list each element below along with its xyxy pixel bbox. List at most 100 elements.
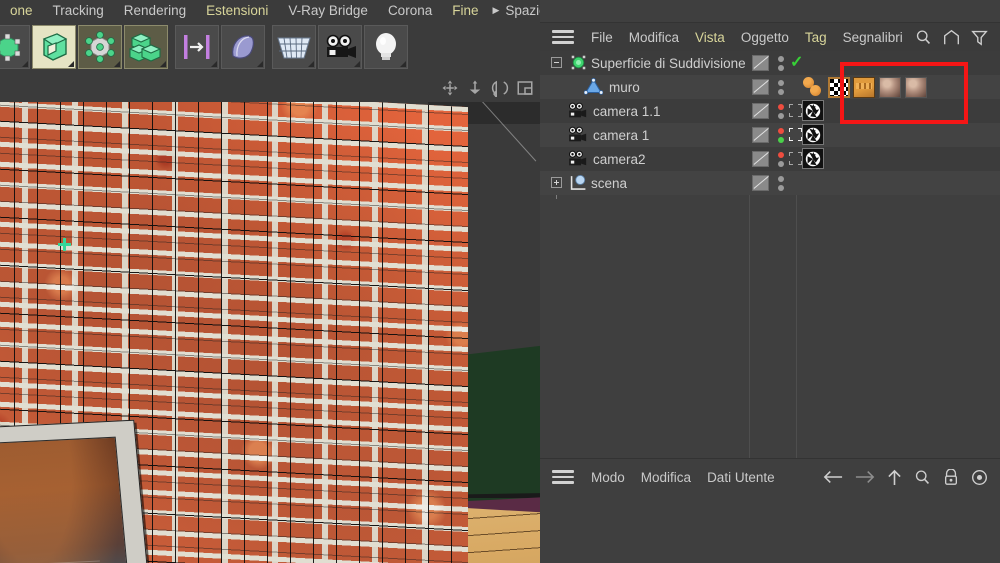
visibility-dots[interactable] (778, 152, 784, 167)
brick-material-tag[interactable] (853, 77, 875, 98)
subdivision-icon[interactable] (272, 25, 316, 69)
edges-mode-icon[interactable] (32, 25, 76, 69)
layer-swatch[interactable] (752, 79, 769, 95)
frame-artwork (0, 436, 137, 563)
submenu-corner-icon (211, 61, 217, 67)
visibility-dots[interactable] (778, 104, 784, 119)
om-menu-tag[interactable]: Tag (797, 30, 835, 45)
om-menu-segnalibri[interactable]: Segnalibri (835, 30, 911, 45)
layer-swatch[interactable] (752, 175, 769, 191)
points-mode-icon[interactable] (0, 25, 30, 69)
table-row[interactable]: Superficie di Suddivisione ✓ (540, 51, 1000, 75)
record-icon[interactable] (971, 469, 988, 486)
search-icon[interactable] (914, 469, 931, 486)
menu-item-vray-bridge[interactable]: V-Ray Bridge (278, 0, 378, 21)
polygon-object-icon (584, 78, 603, 95)
table-row[interactable]: scena (540, 171, 1000, 195)
render-visibility-dot[interactable] (778, 185, 784, 191)
om-menu-modifica[interactable]: Modifica (621, 30, 687, 45)
menu-item-estensioni[interactable]: Estensioni (196, 0, 278, 21)
attr-menu-modo[interactable]: Modo (583, 470, 633, 485)
layer-swatch[interactable] (752, 55, 769, 71)
editor-visibility-dot[interactable] (778, 152, 784, 158)
om-menu-oggetto[interactable]: Oggetto (733, 30, 797, 45)
object-label: camera 1 (593, 127, 650, 143)
deformer-icon[interactable] (221, 25, 265, 69)
render-visibility-dot[interactable] (778, 161, 784, 167)
camera-tag[interactable] (802, 148, 824, 169)
selection-box-icon[interactable] (789, 128, 802, 141)
submenu-corner-icon (257, 61, 263, 67)
viewport-3d-scene[interactable] (0, 102, 540, 563)
axis-mode-icon[interactable] (175, 25, 219, 69)
filter-icon[interactable] (971, 29, 988, 46)
maximize-view-icon[interactable] (516, 79, 534, 97)
polygons-mode-icon[interactable] (78, 25, 122, 69)
menu-item-one[interactable]: one (0, 0, 43, 21)
expander-minus-icon[interactable] (551, 57, 562, 68)
table-row[interactable]: camera2 (540, 147, 1000, 171)
expander-plus-icon[interactable] (551, 177, 562, 188)
viewport-panel[interactable] (0, 73, 540, 563)
search-icon[interactable] (915, 29, 932, 46)
visibility-dots[interactable] (778, 176, 784, 191)
light-icon[interactable] (364, 25, 408, 69)
table-row[interactable]: muro (540, 75, 1000, 99)
submenu-corner-icon (160, 61, 166, 67)
om-menu-vista[interactable]: Vista (687, 30, 733, 45)
dolly-view-icon[interactable] (466, 79, 484, 97)
om-menu-file[interactable]: File (583, 30, 621, 45)
up-arrow-icon[interactable] (887, 469, 902, 486)
camera-icon[interactable] (318, 25, 362, 69)
menu-item-rendering[interactable]: Rendering (114, 0, 196, 21)
object-tree[interactable]: Superficie di Suddivisione ✓ muro camera… (540, 51, 1000, 458)
attr-menu-dati-utente[interactable]: Dati Utente (699, 470, 783, 485)
selection-box-icon[interactable] (789, 152, 802, 165)
hamburger-menu-icon[interactable] (552, 470, 574, 484)
selection-box-icon[interactable] (789, 104, 802, 117)
layer-swatch[interactable] (752, 151, 769, 167)
camera-tag[interactable] (802, 100, 824, 121)
menu-item-tracking[interactable]: Tracking (43, 0, 114, 21)
visibility-dots[interactable] (778, 80, 784, 95)
render-visibility-dot[interactable] (778, 137, 784, 143)
table-row[interactable]: camera 1.1 (540, 99, 1000, 123)
subdivision-surface-icon (571, 55, 586, 70)
editor-visibility-dot[interactable] (778, 56, 784, 62)
back-arrow-icon[interactable] (823, 469, 843, 485)
render-visibility-dot[interactable] (778, 113, 784, 119)
menu-item-corona[interactable]: Corona (378, 0, 442, 21)
pan-view-icon[interactable] (441, 79, 459, 97)
rotate-view-icon[interactable] (491, 79, 509, 97)
editor-visibility-dot[interactable] (778, 80, 784, 86)
lock-icon[interactable] (943, 468, 959, 486)
hamburger-menu-icon[interactable] (552, 30, 574, 44)
object-label: muro (609, 79, 640, 95)
submenu-corner-icon (114, 61, 120, 67)
editor-visibility-dot[interactable] (778, 176, 784, 182)
layer-swatch[interactable] (752, 127, 769, 143)
layer-swatch[interactable] (752, 103, 769, 119)
material-sphere-2[interactable] (905, 77, 927, 98)
submenu-corner-icon (400, 61, 406, 67)
picture-frame-object[interactable] (0, 419, 158, 563)
table-row[interactable]: camera 1 (540, 123, 1000, 147)
home-icon[interactable] (942, 29, 961, 46)
material-sphere-1[interactable] (879, 77, 901, 98)
submenu-corner-icon (354, 61, 360, 67)
menu-item-fine[interactable]: Fine (442, 0, 488, 21)
attr-menu-modifica[interactable]: Modifica (633, 470, 699, 485)
enabled-check-icon[interactable]: ✓ (790, 55, 803, 71)
render-visibility-dot[interactable] (778, 65, 784, 71)
model-mode-icon[interactable] (124, 25, 168, 69)
forward-arrow-icon[interactable] (855, 469, 875, 485)
texture-tag[interactable] (828, 77, 850, 98)
phong-tag[interactable] (802, 77, 826, 98)
editor-visibility-dot[interactable] (778, 128, 784, 134)
render-visibility-dot[interactable] (778, 89, 784, 95)
editor-visibility-dot[interactable] (778, 104, 784, 110)
camera-tag[interactable] (802, 124, 824, 145)
visibility-dots[interactable] (778, 56, 784, 71)
object-label: camera 1.1 (593, 103, 661, 119)
visibility-dots[interactable] (778, 128, 784, 143)
